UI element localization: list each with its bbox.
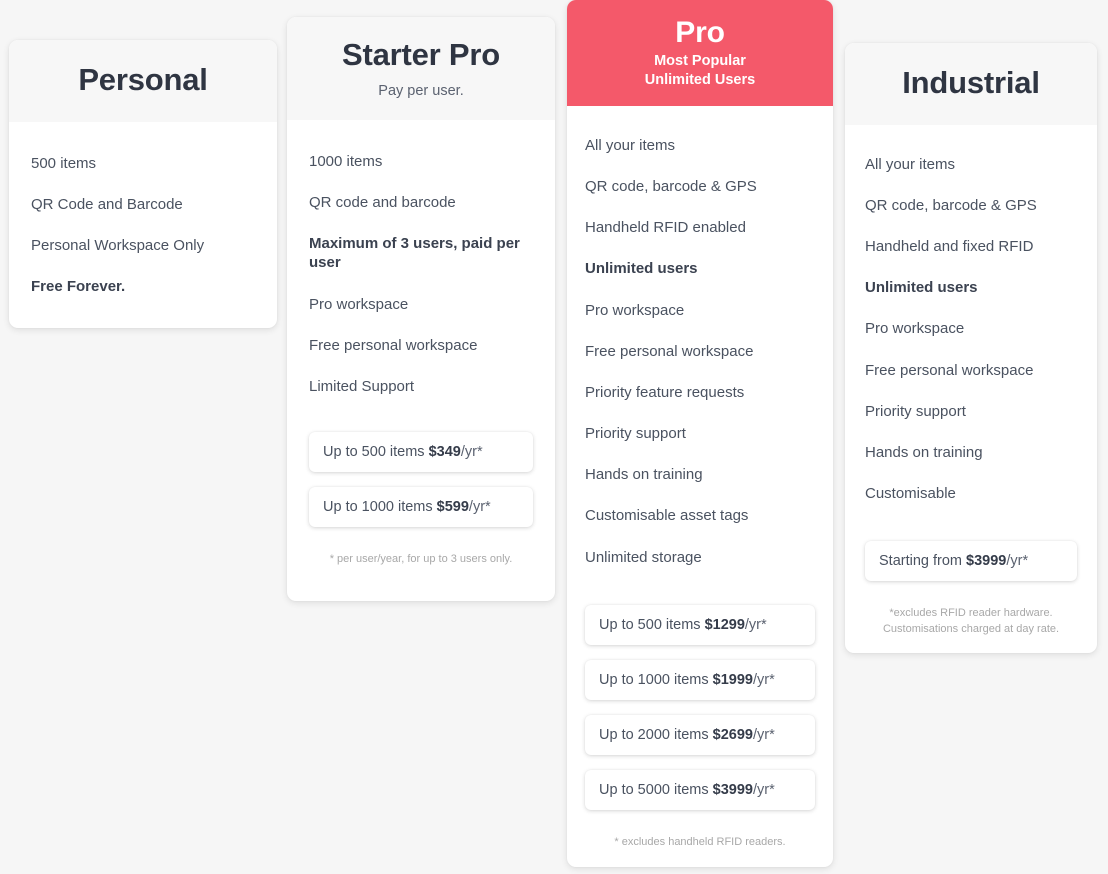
feature-item: All your items (865, 155, 956, 173)
feature-list: All your items QR code, barcode & GPS Ha… (585, 106, 815, 589)
feature-list: 500 items QR Code and Barcode Personal W… (31, 122, 255, 319)
card-body-starter-pro: 1000 items QR code and barcode Maximum o… (287, 120, 555, 601)
pricing-card-personal[interactable]: Personal 500 items QR Code and Barcode P… (9, 40, 277, 328)
price-label: Up to 500 items (599, 616, 705, 633)
price-amount: $599 (436, 499, 469, 516)
card-footnote-line2: Customisations charged at day rate. (882, 623, 1060, 636)
price-amount: $2699 (712, 726, 753, 743)
price-label: Up to 1000 items (599, 671, 713, 688)
price-period: /yr* (752, 671, 775, 688)
price-label: Up to 2000 items (599, 726, 713, 743)
pricing-card-industrial[interactable]: Industrial All your items QR code, barco… (845, 43, 1097, 653)
pricing-table: Personal 500 items QR Code and Barcode P… (0, 0, 1108, 874)
card-footnote: * per user/year, for up to 3 users only. (329, 553, 513, 566)
feature-item: Free personal workspace (585, 342, 754, 360)
price-amount: $1999 (712, 671, 753, 688)
price-amount: $1299 (704, 616, 745, 633)
card-header-industrial: Industrial (845, 43, 1097, 125)
feature-item: QR Code and Barcode (31, 195, 183, 213)
feature-item: Hands on training (865, 443, 983, 461)
price-amount: $349 (428, 444, 461, 461)
price-option[interactable]: Up to 2000 items $2699/yr* (585, 714, 815, 755)
price-label: Up to 500 items (323, 444, 429, 461)
feature-item: Pro workspace (585, 301, 685, 319)
price-period: /yr* (752, 781, 775, 798)
card-header-pro: Pro Most Popular Unlimited Users (567, 0, 833, 106)
feature-item: Unlimited storage (585, 548, 702, 566)
feature-item: QR code, barcode & GPS (585, 177, 757, 195)
feature-item: Priority feature requests (585, 383, 745, 401)
plan-title: Pro (675, 16, 725, 49)
plan-title: Personal (78, 62, 208, 97)
price-box-group: Starting from $3999/yr* (865, 525, 1077, 596)
plan-subtitle-unlimited-users: Unlimited Users (644, 71, 756, 88)
card-footnote-line1: *excludes RFID reader hardware. (889, 607, 1053, 620)
price-period: /yr* (1006, 553, 1029, 570)
feature-item: Handheld and fixed RFID (865, 238, 1034, 256)
price-option[interactable]: Up to 500 items $349/yr* (309, 432, 533, 473)
price-option[interactable]: Up to 1000 items $599/yr* (309, 487, 533, 528)
price-box-group: Up to 500 items $349/yr* Up to 1000 item… (309, 418, 533, 542)
feature-item: Customisable (865, 485, 956, 503)
price-option[interactable]: Up to 5000 items $3999/yr* (585, 769, 815, 810)
feature-item: QR code and barcode (309, 193, 456, 211)
feature-item: 500 items (31, 154, 97, 172)
price-label: Starting from (879, 553, 967, 570)
card-footnote: * excludes handheld RFID readers. (614, 835, 786, 848)
feature-item: Handheld RFID enabled (585, 219, 746, 237)
price-label: Up to 5000 items (599, 781, 713, 798)
feature-item: Free Forever. (31, 278, 126, 296)
feature-item: 1000 items (309, 152, 383, 170)
feature-item: Free personal workspace (309, 336, 478, 354)
price-amount: $3999 (712, 781, 753, 798)
price-label: Up to 1000 items (323, 499, 437, 516)
feature-item: Limited Support (309, 377, 415, 395)
pricing-card-pro[interactable]: Pro Most Popular Unlimited Users All you… (567, 0, 833, 867)
feature-item: Pro workspace (865, 320, 965, 338)
plan-subtitle: Pay per user. (378, 82, 464, 99)
plan-title: Starter Pro (341, 37, 501, 72)
card-footnote: *excludes RFID reader hardware. Customis… (865, 596, 1077, 638)
card-body-industrial: All your items QR code, barcode & GPS Ha… (845, 125, 1097, 653)
feature-item: Customisable asset tags (585, 507, 749, 525)
price-period: /yr* (460, 444, 483, 461)
price-option[interactable]: Up to 500 items $1299/yr* (585, 604, 815, 645)
feature-item: Priority support (585, 425, 686, 443)
plan-subtitle-most-popular: Most Popular (654, 52, 746, 69)
feature-item: Pro workspace (309, 295, 409, 313)
feature-item: All your items (585, 136, 676, 154)
feature-list: All your items QR code, barcode & GPS Ha… (865, 125, 1077, 526)
feature-item: Hands on training (585, 466, 703, 484)
feature-item: Unlimited users (585, 260, 698, 278)
pricing-card-starter-pro[interactable]: Starter Pro Pay per user. 1000 items QR … (287, 17, 555, 601)
plan-title: Industrial (902, 65, 1040, 100)
price-option[interactable]: Up to 1000 items $1999/yr* (585, 659, 815, 700)
feature-item: Priority support (865, 402, 966, 420)
price-period: /yr* (752, 726, 775, 743)
price-period: /yr* (468, 499, 491, 516)
card-body-personal: 500 items QR Code and Barcode Personal W… (9, 122, 277, 328)
card-header-personal: Personal (9, 40, 277, 122)
price-amount: $3999 (966, 553, 1007, 570)
feature-list: 1000 items QR code and barcode Maximum o… (309, 120, 533, 418)
feature-item: Unlimited users (865, 279, 978, 297)
card-body-pro: All your items QR code, barcode & GPS Ha… (567, 106, 833, 867)
feature-item: Maximum of 3 users, paid per user (309, 235, 520, 272)
price-option[interactable]: Starting from $3999/yr* (865, 541, 1077, 582)
feature-item: Free personal workspace (865, 361, 1034, 379)
feature-item: QR code, barcode & GPS (865, 196, 1037, 214)
feature-item: Personal Workspace Only (31, 237, 205, 255)
card-header-starter-pro: Starter Pro Pay per user. (287, 17, 555, 120)
price-box-group: Up to 500 items $1299/yr* Up to 1000 ite… (585, 589, 815, 825)
price-period: /yr* (744, 616, 767, 633)
